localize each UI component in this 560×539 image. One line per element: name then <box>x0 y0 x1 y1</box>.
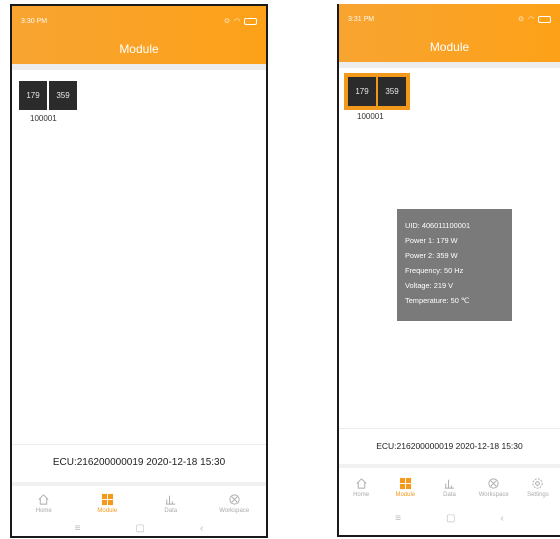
back-nav-icon[interactable]: ‹ <box>500 513 503 524</box>
tab-workspace[interactable]: Workspace <box>203 486 267 520</box>
system-nav-bar: ≡ ▢ ‹ <box>12 516 266 536</box>
menu-nav-icon[interactable]: ≡ <box>395 513 401 524</box>
bar-chart-icon <box>166 495 176 505</box>
bottom-tab-bar: Home Module Data Workspace Settings <box>339 464 560 506</box>
home-icon <box>38 493 49 505</box>
ecu-divider <box>12 444 266 445</box>
module-id-label: 100001 <box>357 112 384 121</box>
module-panel-2[interactable]: 359 <box>49 81 77 110</box>
tab-home[interactable]: Home <box>339 468 383 506</box>
bar-chart-icon <box>444 479 455 489</box>
bottom-tab-bar: Home Module Data Workspace <box>12 482 266 520</box>
gear-icon <box>532 477 544 489</box>
workspace-icon <box>488 477 499 489</box>
tab-label: Home <box>35 507 52 514</box>
page-title: Module <box>119 42 159 56</box>
popup-frequency: Frequency: 50 Hz <box>405 266 464 275</box>
tab-label: Home <box>353 491 370 498</box>
module-panel-1[interactable]: 179 <box>19 81 47 110</box>
system-nav-bar: ≡ ▢ ‹ <box>339 506 560 530</box>
ecu-info: ECU:216200000019 2020-12-18 15:30 <box>376 441 523 451</box>
tab-label: Workspace <box>219 507 250 514</box>
home-icon <box>356 477 367 489</box>
battery-icon <box>244 17 257 25</box>
tab-label: Module <box>97 507 118 514</box>
home-nav-icon[interactable]: ▢ <box>446 513 455 524</box>
module-info-popup: UID: 406011100001 Power 1: 179 W Power 2… <box>397 209 512 321</box>
header-divider <box>339 62 560 68</box>
alarm-icon: ⊙ <box>224 18 231 25</box>
app-header: 3:30 PM ⊙ ◠ Module <box>12 6 266 64</box>
popup-uid: UID: 406011100001 <box>405 221 471 230</box>
tab-home[interactable]: Home <box>12 486 76 520</box>
phone-screen-left: 3:30 PM ⊙ ◠ Module 179 359 100001 ECU:21… <box>10 4 268 538</box>
ecu-info: ECU:216200000019 2020-12-18 15:30 <box>52 457 226 468</box>
popup-power-1: Power 1: 179 W <box>405 236 458 245</box>
module-id-label: 100001 <box>30 114 57 123</box>
module-panel-1[interactable]: 179 <box>348 77 376 106</box>
tab-label: Module <box>395 491 416 498</box>
menu-nav-icon[interactable]: ≡ <box>75 523 81 534</box>
popup-power-2: Power 2: 359 W <box>405 251 458 260</box>
tab-data[interactable]: Data <box>139 486 203 520</box>
battery-icon <box>538 15 551 23</box>
status-icons: ⊙ ◠ <box>224 17 257 25</box>
app-header: 3:31 PM ⊙ ◠ Module <box>339 4 560 62</box>
tab-settings[interactable]: Settings <box>516 468 560 506</box>
alarm-icon: ⊙ <box>518 16 525 23</box>
wifi-icon: ◠ <box>233 18 242 25</box>
home-nav-icon[interactable]: ▢ <box>136 523 145 534</box>
module-panel-2[interactable]: 359 <box>378 77 406 106</box>
header-divider <box>12 64 266 70</box>
tab-label: Workspace <box>478 491 509 498</box>
status-time: 3:31 PM <box>348 16 375 23</box>
wifi-icon: ◠ <box>527 16 536 23</box>
tab-label: Settings <box>527 491 549 498</box>
tab-workspace[interactable]: Workspace <box>472 468 516 506</box>
workspace-icon <box>229 493 240 505</box>
module-tile-group-selected[interactable]: 179 359 <box>344 73 410 110</box>
tab-module[interactable]: Module <box>76 486 140 520</box>
popup-voltage: Voltage: 219 V <box>405 281 454 290</box>
tab-label: Data <box>443 491 456 498</box>
page-title: Module <box>429 40 470 54</box>
tab-data[interactable]: Data <box>427 468 471 506</box>
status-time: 3:30 PM <box>21 18 48 25</box>
module-grid-icon <box>101 493 113 505</box>
module-grid-icon <box>399 477 411 489</box>
phone-screen-right: 3:31 PM ⊙ ◠ Module 179 359 100001 UID: 4… <box>337 4 560 537</box>
back-nav-icon[interactable]: ‹ <box>200 523 203 534</box>
status-icons: ⊙ ◠ <box>518 15 551 23</box>
tab-label: Data <box>164 507 178 514</box>
popup-temperature: Temperature: 50 ℃ <box>405 296 470 305</box>
ecu-divider <box>339 428 560 429</box>
module-tile-group[interactable]: 179 359 <box>19 81 77 110</box>
tab-module[interactable]: Module <box>383 468 427 506</box>
